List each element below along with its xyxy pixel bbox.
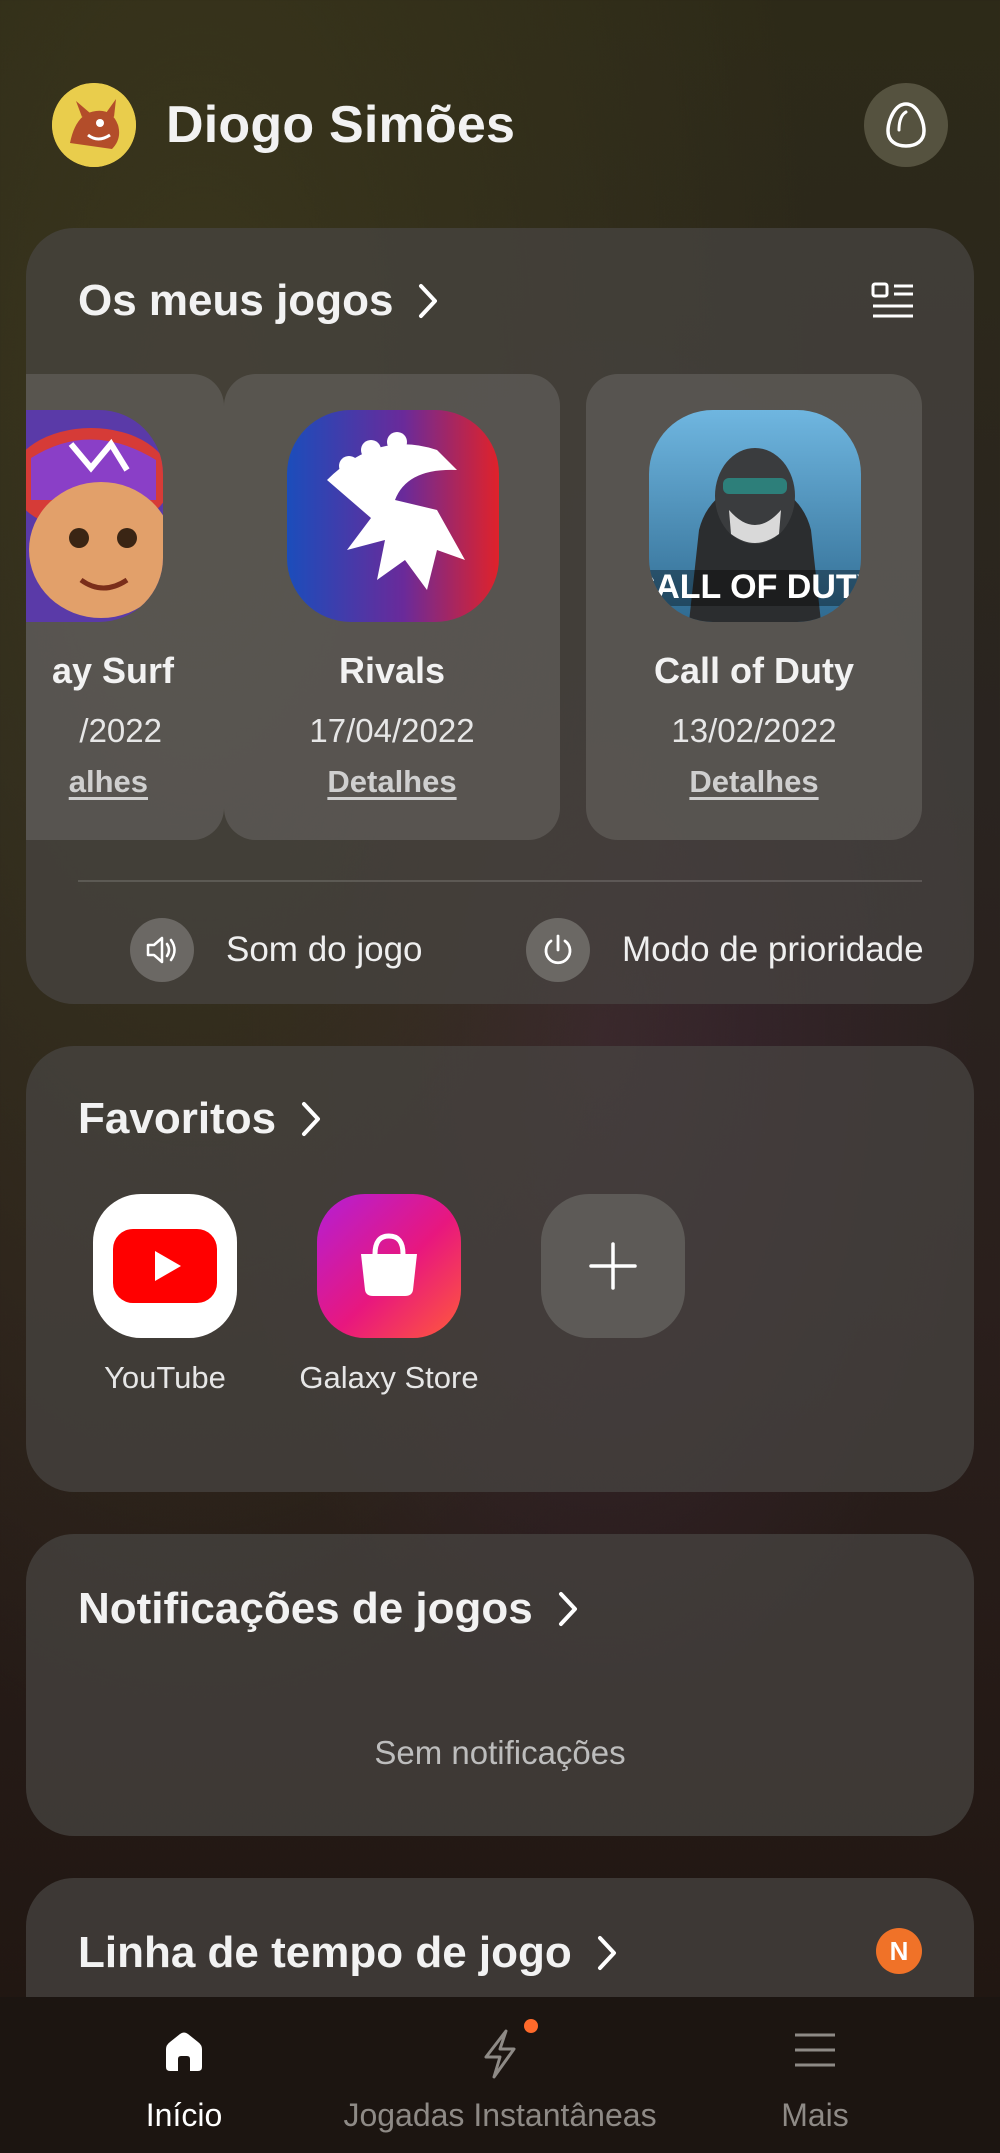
priority-mode-toggle[interactable]: Modo de prioridade bbox=[526, 914, 924, 986]
profile-header: Diogo Simões bbox=[52, 82, 948, 168]
timeline-title[interactable]: Linha de tempo de jogo bbox=[78, 1928, 618, 1978]
game-tile-subway-surf[interactable]: ay Surf /2022 alhes bbox=[26, 374, 224, 840]
power-icon bbox=[526, 918, 590, 982]
no-notifications-text: Sem notificações bbox=[374, 1734, 626, 1771]
list-view-icon[interactable] bbox=[870, 280, 916, 331]
nav-home[interactable]: Início bbox=[84, 1997, 284, 2153]
favorite-label: YouTube bbox=[104, 1360, 226, 1395]
subway-surf-icon bbox=[26, 410, 163, 622]
nav-label: Mais bbox=[781, 2097, 849, 2133]
game-name: ay Surf bbox=[51, 650, 174, 691]
priority-mode-label: Modo de prioridade bbox=[622, 930, 924, 969]
menu-icon bbox=[792, 2027, 838, 2078]
home-icon bbox=[160, 2027, 208, 2080]
games-carousel[interactable]: ay Surf /2022 alhes Rivals 17/04/2022 De… bbox=[26, 374, 974, 1004]
game-notifications-card: Notificações de jogos Sem notificações bbox=[26, 1534, 974, 1836]
nav-instant-plays[interactable]: Jogadas Instantâneas bbox=[330, 1997, 670, 2153]
new-badge: N bbox=[876, 1928, 922, 1974]
add-favorite-button[interactable] bbox=[508, 1194, 718, 1338]
game-date: /2022 bbox=[79, 712, 162, 749]
game-sound-label: Som do jogo bbox=[226, 930, 423, 969]
game-name: Rivals bbox=[338, 650, 446, 691]
speaker-icon bbox=[130, 918, 194, 982]
favorites-title[interactable]: Favoritos bbox=[78, 1094, 322, 1144]
rivals-icon bbox=[287, 410, 499, 622]
chevron-right-icon bbox=[557, 1590, 579, 1628]
lightning-icon bbox=[476, 2027, 524, 2086]
egg-icon bbox=[886, 102, 926, 148]
chevron-right-icon bbox=[417, 282, 439, 320]
game-name: Call of Duty bbox=[653, 650, 854, 691]
cod-logo-text: CALL OF DUTY bbox=[649, 568, 861, 606]
game-details-link[interactable]: Detalhes bbox=[586, 764, 922, 800]
favorite-youtube[interactable]: YouTube bbox=[60, 1194, 270, 1396]
nav-more[interactable]: Mais bbox=[740, 1997, 890, 2153]
my-games-title-text: Os meus jogos bbox=[78, 276, 394, 325]
galaxy-store-icon bbox=[317, 1194, 461, 1338]
game-tile-rivals[interactable]: Rivals 17/04/2022 Detalhes bbox=[224, 374, 560, 840]
divider bbox=[78, 880, 922, 882]
notifications-title[interactable]: Notificações de jogos bbox=[78, 1584, 579, 1634]
bottom-navigation: Início Jogadas Instantâneas Mais bbox=[0, 1997, 1000, 2153]
chevron-right-icon bbox=[596, 1934, 618, 1972]
nav-label: Jogadas Instantâneas bbox=[343, 2097, 657, 2133]
plus-icon bbox=[541, 1194, 685, 1338]
nav-label: Início bbox=[145, 2097, 223, 2133]
avatar[interactable] bbox=[52, 83, 136, 167]
user-name: Diogo Simões bbox=[166, 96, 516, 154]
youtube-icon bbox=[93, 1194, 237, 1338]
game-details-link[interactable]: alhes bbox=[26, 764, 224, 800]
favorite-galaxy-store[interactable]: Galaxy Store bbox=[284, 1194, 494, 1396]
my-games-card: Os meus jogos ay Surf /2022 alhes Rivals… bbox=[26, 228, 974, 1004]
notifications-title-text: Notificações de jogos bbox=[78, 1584, 533, 1633]
favorites-title-text: Favoritos bbox=[78, 1094, 277, 1143]
favorites-card: Favoritos YouTube Galaxy Store bbox=[26, 1046, 974, 1492]
my-games-title[interactable]: Os meus jogos bbox=[78, 276, 439, 326]
game-sound-toggle[interactable]: Som do jogo bbox=[130, 914, 423, 986]
timeline-title-text: Linha de tempo de jogo bbox=[78, 1928, 572, 1977]
egg-button[interactable] bbox=[864, 83, 948, 167]
chevron-right-icon bbox=[300, 1100, 322, 1138]
call-of-duty-icon: CALL OF DUTY bbox=[649, 410, 861, 622]
game-details-link[interactable]: Detalhes bbox=[224, 764, 560, 800]
game-date: 13/02/2022 bbox=[671, 712, 837, 749]
quick-settings-row: Som do jogo Modo de prioridade bbox=[26, 914, 974, 986]
notification-dot bbox=[524, 2019, 538, 2033]
game-date: 17/04/2022 bbox=[309, 712, 475, 749]
favorite-label: Galaxy Store bbox=[299, 1360, 479, 1395]
game-tile-call-of-duty[interactable]: CALL OF DUTY Call of Duty 13/02/2022 Det… bbox=[586, 374, 922, 840]
